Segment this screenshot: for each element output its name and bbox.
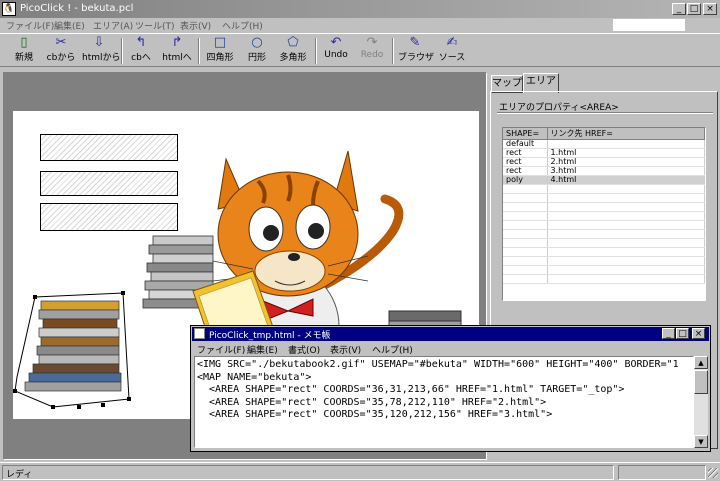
menu-help[interactable]: ヘルプ(H): [222, 19, 263, 32]
status-pane-main: レディ: [2, 465, 614, 480]
group-divider: [497, 112, 713, 114]
cell-href: 4.html: [547, 175, 705, 185]
scroll-up-arrow-icon[interactable]: ▲: [694, 356, 708, 369]
notepad-title-bar[interactable]: PicoClick_tmp.html - メモ帳 _ □ ×: [192, 327, 709, 341]
notepad-menu-format[interactable]: 書式(O): [288, 343, 320, 356]
notepad-window[interactable]: PicoClick_tmp.html - メモ帳 _ □ × ファイル(F) 編…: [190, 325, 711, 452]
maximize-button[interactable]: □: [687, 3, 701, 15]
table-row-empty[interactable]: [503, 184, 705, 194]
notepad-icon: [194, 328, 205, 339]
notepad-minimize-button[interactable]: _: [662, 328, 675, 339]
code-line: <IMG SRC="./bekutabook2.gif" USEMAP="#be…: [197, 359, 679, 370]
browser-icon: ✎: [409, 35, 421, 50]
table-row-empty[interactable]: [503, 265, 705, 275]
table-row-empty[interactable]: [503, 274, 705, 284]
penguin-icon[interactable]: 🐧: [2, 2, 16, 16]
menubar-blank-field: [613, 19, 685, 31]
menu-file[interactable]: ファイル(F): [6, 19, 54, 32]
table-row-selected[interactable]: poly 4.html: [503, 175, 705, 185]
toolbar: ▯ 新規 ✂ cbから ⇩ htmlから ↰ cbへ ↱ htmlへ □ 四角形 ○ 円形 ⬠…: [0, 33, 720, 67]
code-line: <MAP NAME="bekuta">: [197, 371, 312, 383]
clipboard-export-icon: ↰: [135, 35, 147, 50]
notepad-text-area[interactable]: <IMG SRC="./bekutabook2.gif" USEMAP="#be…: [194, 356, 694, 448]
notepad-menu-view[interactable]: 表示(V): [330, 343, 361, 356]
new-button[interactable]: ▯ 新規: [10, 36, 38, 66]
code-line: <AREA SHAPE="rect" COORDS="36,31,213,66"…: [197, 384, 625, 395]
menu-edit[interactable]: 編集(E): [54, 19, 85, 32]
circle-tool-button[interactable]: ○ 円形: [244, 36, 270, 66]
window-title: PicoClick ! - bekuta.pcl: [20, 3, 134, 14]
column-header-href[interactable]: リンク先 HREF=: [547, 128, 705, 140]
scroll-down-arrow-icon[interactable]: ▼: [694, 435, 708, 448]
source-icon: ✍: [446, 35, 458, 50]
new-file-icon: ▯: [20, 35, 28, 50]
notepad-menu-bar: ファイル(F) 編集(E) 書式(O) 表示(V) ヘルプ(H): [192, 342, 709, 356]
undo-icon: ↶: [330, 35, 342, 50]
toolbar-separator: [315, 38, 317, 64]
undo-button[interactable]: ↶ Undo: [322, 36, 350, 66]
status-text: レディ: [6, 470, 33, 480]
table-row-empty[interactable]: [503, 220, 705, 230]
rect-tool-button[interactable]: □ 四角形: [204, 36, 236, 66]
source-button[interactable]: ✍ ソース: [438, 36, 466, 66]
table-row-empty[interactable]: [503, 247, 705, 257]
table-row-empty[interactable]: [503, 229, 705, 239]
area-list-table[interactable]: SHAPE= リンク先 HREF= default rect 1.html rec…: [502, 127, 706, 301]
menu-tool[interactable]: ツール(T): [135, 19, 175, 32]
notepad-close-button[interactable]: ×: [692, 328, 705, 339]
circle-icon: ○: [251, 35, 263, 50]
notepad-menu-file[interactable]: ファイル(F): [197, 343, 245, 356]
table-row-empty[interactable]: [503, 256, 705, 266]
size-grip-icon[interactable]: [708, 468, 718, 478]
from-cb-button[interactable]: ✂ cbから: [44, 36, 78, 66]
status-bar: レディ: [0, 462, 720, 481]
toolbar-separator: [121, 38, 123, 64]
to-html-button[interactable]: ↱ htmlへ: [160, 36, 194, 66]
toolbar-separator: [392, 38, 394, 64]
notepad-vertical-scrollbar[interactable]: ▲ ▼: [694, 356, 708, 448]
redo-button[interactable]: ↷ Redo: [358, 36, 386, 66]
poly-tool-button[interactable]: ⬠ 多角形: [277, 36, 309, 66]
notepad-menu-help[interactable]: ヘルプ(H): [372, 343, 413, 356]
menu-bar: ファイル(F) 編集(E) エリア(A) ツール(T) 表示(V) ヘルプ(H): [0, 18, 720, 32]
table-row-empty[interactable]: [503, 238, 705, 248]
cell-shape: poly: [503, 175, 548, 185]
menu-area[interactable]: エリア(A): [93, 19, 133, 32]
redo-icon: ↷: [366, 35, 378, 50]
toolbar-separator: [198, 38, 200, 64]
code-line: <AREA SHAPE="rect" COORDS="35,78,212,110…: [197, 396, 547, 408]
menu-view[interactable]: 表示(V): [180, 19, 211, 32]
table-row-empty[interactable]: [503, 211, 705, 221]
table-row[interactable]: rect 1.html: [503, 148, 705, 158]
table-row[interactable]: rect 3.html: [503, 166, 705, 176]
notepad-menu-edit[interactable]: 編集(E): [247, 343, 278, 356]
area-table: SHAPE= リンク先 HREF= default rect 1.html rec…: [503, 128, 705, 284]
title-bar: 🐧 PicoClick ! - bekuta.pcl _ □ ×: [0, 0, 720, 18]
html-import-icon: ⇩: [93, 35, 105, 50]
notepad-maximize-button[interactable]: □: [676, 328, 689, 339]
code-line: <AREA SHAPE="rect" COORDS="35,120,212,15…: [197, 409, 553, 420]
rectangle-icon: □: [213, 35, 227, 50]
tab-area[interactable]: エリア: [523, 73, 559, 93]
table-row[interactable]: default: [503, 139, 705, 149]
status-pane-secondary: [618, 465, 706, 480]
polygon-icon: ⬠: [287, 35, 299, 50]
html-export-icon: ↱: [171, 35, 183, 50]
minimize-button[interactable]: _: [672, 3, 686, 15]
clipboard-import-icon: ✂: [55, 35, 67, 50]
table-row-empty[interactable]: [503, 202, 705, 212]
scroll-thumb[interactable]: [694, 370, 708, 394]
close-button[interactable]: ×: [703, 3, 717, 15]
table-row[interactable]: rect 2.html: [503, 157, 705, 167]
column-header-shape[interactable]: SHAPE=: [503, 128, 548, 140]
from-html-button[interactable]: ⇩ htmlから: [82, 35, 121, 66]
to-cb-button[interactable]: ↰ cbへ: [126, 36, 156, 66]
browser-button[interactable]: ✎ ブラウザ: [398, 35, 434, 66]
notepad-title: PicoClick_tmp.html - メモ帳: [209, 331, 331, 341]
table-row-empty[interactable]: [503, 193, 705, 203]
